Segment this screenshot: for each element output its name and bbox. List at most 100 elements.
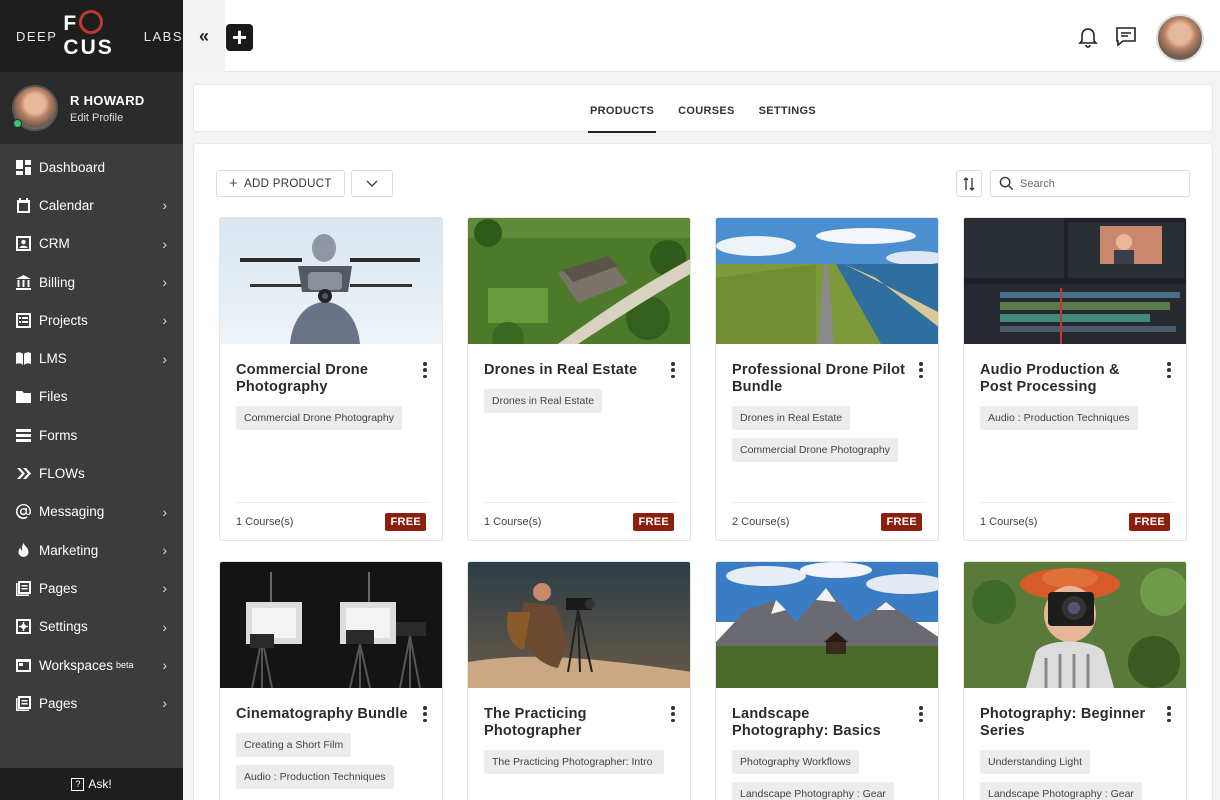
book-icon — [15, 350, 32, 367]
product-title[interactable]: Drones in Real Estate — [484, 362, 659, 379]
pages-icon — [15, 580, 32, 597]
quick-add-button[interactable]: + — [226, 24, 253, 51]
add-product-dropdown[interactable] — [350, 170, 393, 197]
product-card-footer: 2 Course(s) FREE — [730, 502, 924, 540]
sidebar-item-workspaces[interactable]: Workspaces beta › — [0, 646, 183, 684]
product-title[interactable]: Audio Production & Post Processing — [980, 362, 1155, 396]
product-card[interactable]: Landscape Photography: Basics Photography… — [715, 561, 939, 800]
sidebar-item-projects[interactable]: Projects › — [0, 301, 183, 339]
sidebar-item-label: Workspaces — [39, 657, 114, 673]
sidebar-item-dashboard[interactable]: Dashboard — [0, 148, 183, 186]
online-status-dot — [13, 119, 22, 128]
product-thumbnail[interactable] — [220, 218, 442, 344]
kebab-menu-icon[interactable] — [1166, 706, 1172, 722]
kebab-menu-icon[interactable] — [422, 706, 428, 722]
sidebar-item-label: Projects — [39, 312, 88, 328]
course-tag: Audio : Production Techniques — [980, 406, 1138, 430]
user-avatar-menu[interactable] — [1156, 14, 1204, 62]
product-thumbnail[interactable] — [964, 562, 1186, 688]
product-thumbnail[interactable] — [964, 218, 1186, 344]
sidebar-item-label: CRM — [39, 236, 70, 252]
product-card-body: Commercial Drone Photography Commercial D… — [220, 344, 442, 430]
calendar-icon — [15, 197, 32, 214]
sidebar-item-label: Messaging — [39, 504, 105, 520]
kebab-menu-icon[interactable] — [670, 706, 676, 722]
notifications-button[interactable] — [1076, 24, 1100, 53]
sidebar-item-flows[interactable]: FLOWs — [0, 454, 183, 492]
sidebar-item-settings[interactable]: Settings › — [0, 608, 183, 646]
sidebar-item-crm[interactable]: CRM › — [0, 225, 183, 263]
chevron-right-icon: › — [162, 503, 167, 520]
edit-profile-link[interactable]: Edit Profile — [70, 112, 145, 124]
sidebar-item-calendar[interactable]: Calendar › — [0, 186, 183, 224]
collapse-sidebar-button[interactable]: « — [183, 0, 225, 72]
sidebar-item-label: Forms — [39, 427, 78, 443]
chevron-right-icon: › — [162, 657, 167, 673]
product-card-body: Photography: Beginner Series Understandin… — [964, 688, 1186, 800]
product-tags: Drones in Real Estate Commercial Drone Ph… — [732, 406, 922, 462]
product-card[interactable]: Drones in Real Estate Drones in Real Esta… — [467, 217, 691, 541]
sidebar-item-pages[interactable]: Pages › — [0, 684, 183, 722]
help-icon: ? — [71, 777, 85, 791]
avatar[interactable] — [12, 85, 58, 131]
product-tags: Understanding Light Landscape Photography… — [980, 750, 1170, 800]
kebab-menu-icon[interactable] — [670, 362, 676, 378]
product-thumbnail[interactable] — [220, 562, 442, 688]
product-card[interactable]: Audio Production & Post Processing Audio … — [963, 217, 1187, 541]
sidebar-item-files[interactable]: Files — [0, 378, 183, 416]
sidebar-item-lms[interactable]: LMS › — [0, 339, 183, 377]
tab-settings[interactable]: SETTINGS — [757, 85, 818, 133]
product-title[interactable]: Commercial Drone Photography — [236, 362, 411, 396]
product-card-body: Professional Drone Pilot Bundle Drones in… — [716, 344, 938, 462]
tab-courses[interactable]: COURSES — [676, 85, 737, 133]
price-badge: FREE — [633, 512, 674, 531]
course-tag: Drones in Real Estate — [484, 389, 603, 413]
product-card[interactable]: Cinematography Bundle Creating a Short Fi… — [219, 561, 443, 800]
product-title[interactable]: Cinematography Bundle — [236, 706, 411, 723]
product-tags: Audio : Production Techniques — [980, 406, 1170, 430]
sidebar-item-label: Pages — [39, 695, 78, 711]
at-sign-icon — [15, 503, 32, 520]
sidebar-item-messaging[interactable]: Messaging › — [0, 493, 183, 531]
product-title[interactable]: Professional Drone Pilot Bundle — [732, 362, 907, 396]
add-product-button[interactable]: + ADD PRODUCT — [216, 170, 345, 197]
ask-button[interactable]: ? Ask! — [0, 768, 183, 800]
product-card[interactable]: Photography: Beginner Series Understandin… — [963, 561, 1187, 800]
product-tags: Commercial Drone Photography — [236, 406, 426, 430]
product-card[interactable]: Commercial Drone Photography Commercial D… — [219, 217, 443, 541]
kebab-menu-icon[interactable] — [1166, 362, 1172, 378]
lens-icon — [79, 10, 104, 35]
sidebar-item-marketing[interactable]: Marketing › — [0, 531, 183, 569]
chevron-right-icon: › — [162, 350, 167, 367]
product-thumbnail[interactable] — [468, 218, 690, 344]
product-title[interactable]: The Practicing Photographer — [484, 706, 659, 740]
tab-products[interactable]: PRODUCTS — [587, 85, 657, 133]
product-title[interactable]: Landscape Photography: Basics — [732, 706, 907, 740]
product-card[interactable]: The Practicing Photographer The Practicin… — [467, 561, 691, 800]
search-input[interactable] — [1020, 177, 1180, 190]
brand-logo[interactable]: DEEP FCUS LABS — [0, 0, 183, 72]
course-count: 1 Course(s) — [484, 515, 542, 528]
search-icon — [999, 176, 1014, 191]
product-thumbnail[interactable] — [716, 562, 938, 688]
product-card[interactable]: Professional Drone Pilot Bundle Drones in… — [715, 217, 939, 541]
settings-icon — [15, 618, 32, 635]
kebab-menu-icon[interactable] — [918, 362, 924, 378]
messages-button[interactable] — [1114, 24, 1138, 53]
course-tag: Commercial Drone Photography — [732, 438, 898, 462]
sidebar-item-billing[interactable]: Billing › — [0, 263, 183, 301]
kebab-menu-icon[interactable] — [918, 706, 924, 722]
product-card-footer: 1 Course(s) FREE — [234, 502, 428, 540]
product-thumbnail[interactable] — [716, 218, 938, 344]
chevron-right-icon: › — [162, 274, 167, 291]
course-tag: The Practicing Photographer: Intro — [484, 750, 664, 774]
kebab-menu-icon[interactable] — [422, 362, 428, 378]
course-tag: Photography Workflows — [732, 750, 859, 774]
product-title[interactable]: Photography: Beginner Series — [980, 706, 1155, 740]
product-thumbnail[interactable] — [468, 562, 690, 688]
sort-button[interactable] — [956, 170, 982, 197]
chevron-right-icon: › — [162, 312, 167, 329]
sidebar-item-forms[interactable]: Forms — [0, 416, 183, 454]
products-toolbar: + ADD PRODUCT — [216, 170, 393, 197]
sidebar-item-pages[interactable]: Pages › — [0, 569, 183, 607]
